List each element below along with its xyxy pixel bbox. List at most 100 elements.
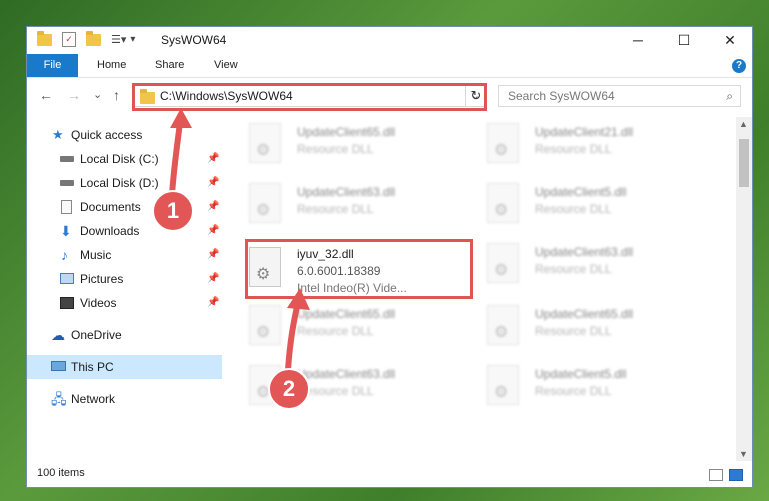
file-tile[interactable]: ⚙ UpdateClient21.dll Resource DLL (487, 119, 697, 171)
pin-icon[interactable]: 📌 (207, 147, 219, 171)
sidebar-item-downloads[interactable]: ⬇ Downloads 📌 (27, 219, 222, 243)
file-name: UpdateClient65.dll (297, 125, 396, 139)
dll-file-icon: ⚙ (249, 305, 281, 345)
up-button[interactable]: ↑ (113, 87, 120, 103)
tab-home[interactable]: Home (97, 54, 126, 77)
tab-file[interactable]: File (27, 54, 78, 77)
gear-icon: ⚙ (494, 324, 509, 341)
file-description: Resource DLL (535, 202, 612, 216)
file-description: Resource DLL (535, 324, 612, 338)
file-name: UpdateClient65.dll (535, 307, 634, 321)
scrollbar-thumb[interactable] (739, 139, 749, 187)
file-tile[interactable]: ⚙ UpdateClient5.dll Resource DLL (487, 361, 697, 413)
file-name: UpdateClient63.dll (297, 367, 396, 381)
dll-file-icon: ⚙ (249, 183, 281, 223)
window-title: SysWOW64 (161, 33, 227, 47)
item-count: 100 items (37, 467, 85, 479)
sidebar-item-pictures[interactable]: Pictures 📌 (27, 267, 222, 291)
step-1-badge: 1 (152, 190, 194, 232)
gear-icon: ⚙ (494, 262, 509, 279)
back-button[interactable]: ← (39, 87, 53, 103)
sidebar-item-label: Local Disk (C:) (80, 152, 159, 166)
properties-icon[interactable]: ✓ (62, 32, 76, 47)
sidebar-item-local-disk-d[interactable]: Local Disk (D:) 📌 (27, 171, 222, 195)
file-name: UpdateClient65.dll (297, 307, 396, 321)
gear-icon: ⚙ (256, 142, 271, 159)
sidebar-item-videos[interactable]: Videos 📌 (27, 291, 222, 315)
details-view-icon[interactable] (709, 469, 723, 481)
sidebar-item-label: Local Disk (D:) (80, 176, 159, 190)
scroll-up-icon[interactable]: ▲ (739, 119, 748, 129)
gear-icon: ⚙ (494, 384, 509, 401)
music-icon: ♪ (61, 247, 68, 263)
computer-icon (51, 361, 66, 371)
sidebar-item-quick-access[interactable]: ★ Quick access (27, 123, 222, 147)
quick-access-toolbar: ✓ ☰▾ ▾ (37, 30, 135, 47)
file-description: Resource DLL (535, 142, 612, 156)
recent-locations-button[interactable]: ⌄ (93, 88, 102, 101)
file-description: Resource DLL (535, 384, 612, 398)
pin-icon[interactable]: 📌 (207, 243, 219, 267)
gear-icon: ⚙ (494, 142, 509, 159)
sidebar-item-label: Videos (80, 296, 117, 310)
file-description: Resource DLL (297, 324, 374, 338)
sidebar-item-label: Documents (80, 200, 141, 214)
gear-icon: ⚙ (256, 324, 271, 341)
tiles-view-icon[interactable] (729, 469, 743, 481)
forward-button[interactable]: → (67, 87, 81, 103)
sidebar-item-onedrive[interactable]: ☁ OneDrive (27, 323, 222, 347)
sidebar-item-local-disk-c[interactable]: Local Disk (C:) 📌 (27, 147, 222, 171)
star-icon: ★ (52, 127, 64, 142)
ribbon: File Home Share View ? (27, 54, 752, 78)
pin-icon[interactable]: 📌 (207, 267, 219, 291)
file-tile[interactable]: ⚙ UpdateClient65.dll Resource DLL (249, 301, 459, 353)
sidebar-item-this-pc[interactable]: This PC (27, 355, 222, 379)
file-description: Resource DLL (297, 202, 374, 216)
pin-icon[interactable]: 📌 (207, 171, 219, 195)
gear-icon: ⚙ (494, 202, 509, 219)
dll-file-icon: ⚙ (249, 123, 281, 163)
sidebar-item-network[interactable]: 🖧 Network (27, 387, 222, 411)
drive-icon (60, 180, 74, 186)
file-tile[interactable]: ⚙ UpdateClient63.dll Resource DLL (249, 179, 459, 231)
maximize-button[interactable]: ☐ (661, 27, 707, 54)
navigation-pane: ★ Quick access Local Disk (C:) 📌 Local D… (27, 121, 222, 461)
tab-share[interactable]: Share (155, 54, 184, 77)
vertical-scrollbar[interactable]: ▲ ▼ (736, 117, 752, 461)
close-button[interactable]: ✕ (707, 27, 752, 54)
sidebar-item-label: Pictures (80, 272, 124, 286)
dll-file-icon: ⚙ (487, 305, 519, 345)
dropdown-arrow-icon[interactable]: ▾ (130, 34, 135, 45)
downloads-icon: ⬇ (60, 223, 72, 239)
pin-icon[interactable]: 📌 (207, 219, 219, 243)
gear-icon: ⚙ (256, 202, 271, 219)
sidebar-item-label: Network (71, 392, 116, 406)
file-tile[interactable]: ⚙ UpdateClient65.dll Resource DLL (249, 119, 459, 171)
customize-icon[interactable]: ☰▾ (111, 33, 126, 46)
pictures-icon (60, 273, 74, 284)
help-icon[interactable]: ? (732, 59, 746, 73)
file-name: UpdateClient5.dll (535, 367, 627, 381)
sidebar-item-label: Music (80, 248, 112, 262)
sidebar-item-music[interactable]: ♪ Music 📌 (27, 243, 222, 267)
search-box[interactable]: Search SysWOW64 ⌕ (498, 85, 741, 107)
drive-icon (60, 156, 74, 162)
folder-icon[interactable] (37, 30, 52, 46)
tab-view[interactable]: View (214, 54, 238, 77)
file-tile[interactable]: ⚙ UpdateClient63.dll Resource DLL (487, 239, 697, 291)
status-bar: 100 items (27, 461, 752, 487)
dll-file-icon: ⚙ (487, 243, 519, 283)
pin-icon[interactable]: 📌 (207, 291, 219, 315)
sidebar-item-label: This PC (71, 360, 114, 374)
file-tile[interactable]: ⚙ UpdateClient65.dll Resource DLL (487, 301, 697, 353)
file-name: UpdateClient5.dll (535, 185, 627, 199)
scroll-down-icon[interactable]: ▼ (739, 449, 748, 459)
minimize-button[interactable]: ─ (615, 27, 661, 54)
search-icon[interactable]: ⌕ (726, 89, 733, 104)
file-name: UpdateClient21.dll (535, 125, 634, 139)
cloud-icon: ☁ (51, 327, 65, 343)
file-tile[interactable]: ⚙ UpdateClient5.dll Resource DLL (487, 179, 697, 231)
pin-icon[interactable]: 📌 (207, 195, 219, 219)
file-description: Resource DLL (297, 142, 374, 156)
new-folder-icon[interactable] (86, 30, 101, 46)
